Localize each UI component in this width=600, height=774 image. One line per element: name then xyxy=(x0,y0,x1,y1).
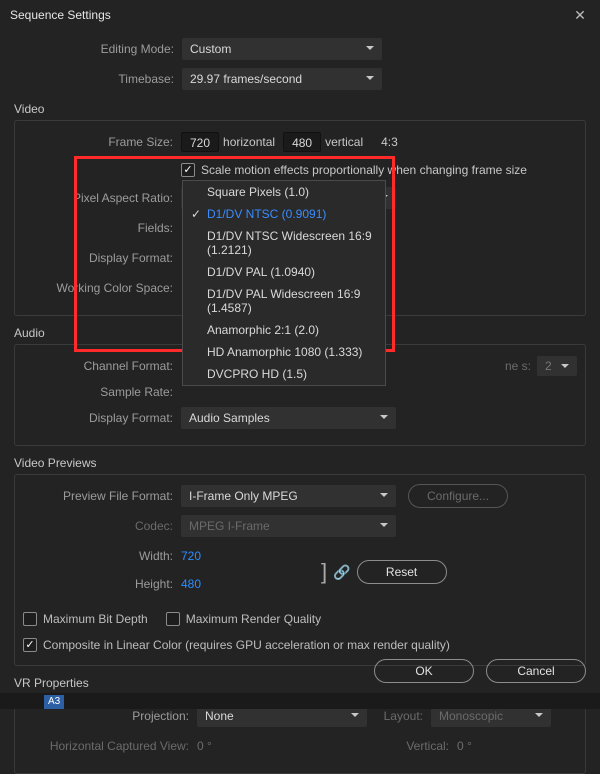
horizontal-text: horizontal xyxy=(219,135,283,149)
preview-height-label: Height: xyxy=(23,577,181,591)
max-bit-depth-label: Maximum Bit Depth xyxy=(43,612,148,626)
hcv-label: Horizontal Captured View: xyxy=(23,739,197,753)
projection-value: None xyxy=(205,706,234,726)
pixel-aspect-option[interactable]: HD Anamorphic 1080 (1.333) xyxy=(183,341,385,363)
video-previews-group: Preview File Format: I-Frame Only MPEG C… xyxy=(14,474,586,666)
preview-width-value[interactable]: 720 xyxy=(181,549,201,563)
pixel-aspect-option[interactable]: D1/DV PAL Widescreen 16:9 (1.4587) xyxy=(183,283,385,319)
pixel-aspect-option[interactable]: Anamorphic 2:1 (2.0) xyxy=(183,319,385,341)
timeline-tab[interactable]: A3 xyxy=(44,695,64,709)
vr-vertical-value: 0 ° xyxy=(457,739,577,753)
layout-label: Layout: xyxy=(367,709,431,723)
cancel-button[interactable]: Cancel xyxy=(486,659,586,683)
max-render-quality-label: Maximum Render Quality xyxy=(186,612,321,626)
pixel-aspect-option[interactable]: DVCPRO HD (1.5) xyxy=(183,363,385,385)
max-render-quality-checkbox[interactable] xyxy=(166,612,180,626)
codec-label: Codec: xyxy=(23,519,181,533)
timebase-label: Timebase: xyxy=(14,72,182,86)
hcv-value: 0 ° xyxy=(197,739,212,753)
composite-linear-checkbox[interactable] xyxy=(23,638,37,652)
audio-display-format-label: Display Format: xyxy=(23,411,181,425)
timebase-select[interactable]: 29.97 frames/second xyxy=(182,68,382,90)
channels-label: ne s: xyxy=(505,359,531,373)
pixel-aspect-option[interactable]: D1/DV NTSC (0.9091) xyxy=(183,203,385,225)
preview-width-label: Width: xyxy=(23,549,181,563)
ok-button[interactable]: OK xyxy=(374,659,474,683)
pixel-aspect-option[interactable]: Square Pixels (1.0) xyxy=(183,181,385,203)
codec-value: MPEG I-Frame xyxy=(189,516,270,536)
configure-button: Configure... xyxy=(408,484,508,508)
link-icon[interactable]: 🔗 xyxy=(327,564,356,581)
channels-value: 2 xyxy=(545,356,552,376)
working-color-space-label: Working Color Space: xyxy=(23,281,181,295)
frame-size-label: Frame Size: xyxy=(23,135,181,149)
audio-display-format-select[interactable]: Audio Samples xyxy=(181,407,396,429)
editing-mode-value: Custom xyxy=(190,39,231,59)
video-heading: Video xyxy=(14,102,586,116)
close-icon[interactable]: ✕ xyxy=(560,0,600,30)
preview-file-format-label: Preview File Format: xyxy=(23,489,181,503)
channels-select: 2 xyxy=(537,356,577,376)
scale-motion-label: Scale motion effects proportionally when… xyxy=(201,163,527,177)
codec-select: MPEG I-Frame xyxy=(181,515,396,537)
sample-rate-label: Sample Rate: xyxy=(23,385,181,399)
vr-vertical-label: Vertical: xyxy=(393,739,457,753)
pixel-aspect-option[interactable]: D1/DV NTSC Widescreen 16:9 (1.2121) xyxy=(183,225,385,261)
reset-button[interactable]: Reset xyxy=(357,560,447,584)
preview-file-format-select[interactable]: I-Frame Only MPEG xyxy=(181,485,396,507)
audio-display-format-value: Audio Samples xyxy=(189,408,270,428)
video-previews-heading: Video Previews xyxy=(14,456,586,470)
titlebar: Sequence Settings ✕ xyxy=(0,0,600,30)
timeline-strip: A3 xyxy=(0,693,600,709)
fields-label: Fields: xyxy=(23,221,181,235)
aspect-text: 4:3 xyxy=(371,135,406,149)
projection-label: Projection: xyxy=(23,709,197,723)
scale-motion-checkbox[interactable] xyxy=(181,163,195,177)
frame-height-input[interactable]: 480 xyxy=(283,132,321,152)
pixel-aspect-option[interactable]: D1/DV PAL (1.0940) xyxy=(183,261,385,283)
editing-mode-select[interactable]: Custom xyxy=(182,38,382,60)
max-bit-depth-checkbox[interactable] xyxy=(23,612,37,626)
dialog-title: Sequence Settings xyxy=(10,0,111,30)
channel-format-label: Channel Format: xyxy=(23,359,181,373)
layout-value: Monoscopic xyxy=(439,706,503,726)
dialog-footer: OK Cancel xyxy=(374,659,586,683)
preview-file-format-value: I-Frame Only MPEG xyxy=(189,486,298,506)
composite-linear-label: Composite in Linear Color (requires GPU … xyxy=(43,638,450,652)
timebase-value: 29.97 frames/second xyxy=(190,69,302,89)
preview-height-value[interactable]: 480 xyxy=(181,577,201,591)
sequence-settings-dialog: Sequence Settings ✕ Editing Mode: Custom… xyxy=(0,0,600,709)
video-display-format-label: Display Format: xyxy=(23,251,181,265)
pixel-aspect-label: Pixel Aspect Ratio: xyxy=(23,191,181,205)
vertical-text: vertical xyxy=(321,135,371,149)
frame-width-input[interactable]: 720 xyxy=(181,132,219,152)
pixel-aspect-dropdown[interactable]: Square Pixels (1.0)D1/DV NTSC (0.9091)D1… xyxy=(182,180,386,386)
editing-mode-label: Editing Mode: xyxy=(14,42,182,56)
